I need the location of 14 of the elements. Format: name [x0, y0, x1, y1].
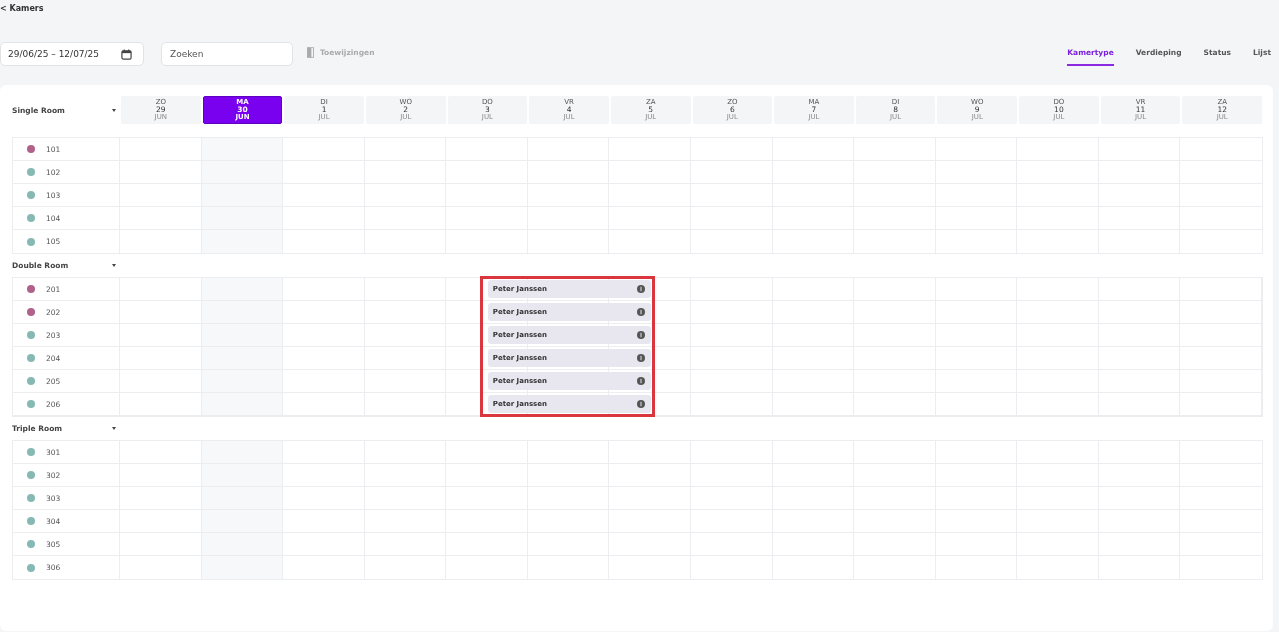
status-icon — [636, 354, 645, 362]
status-icon — [636, 331, 645, 339]
door-icon — [307, 47, 314, 58]
caret-icon — [112, 108, 116, 112]
calendar-icon[interactable] — [121, 48, 132, 60]
date-range-field[interactable]: 29/06/25 – 12/07/25 — [0, 42, 144, 66]
caret-icon — [112, 264, 116, 267]
status-icon — [636, 400, 645, 408]
status-icon — [636, 285, 645, 293]
caret-icon — [112, 427, 116, 430]
status-icon — [636, 308, 645, 316]
search-field[interactable]: Zoeken — [161, 42, 293, 66]
back-link[interactable]: < Kamers — [0, 3, 44, 13]
status-icon — [636, 377, 645, 385]
